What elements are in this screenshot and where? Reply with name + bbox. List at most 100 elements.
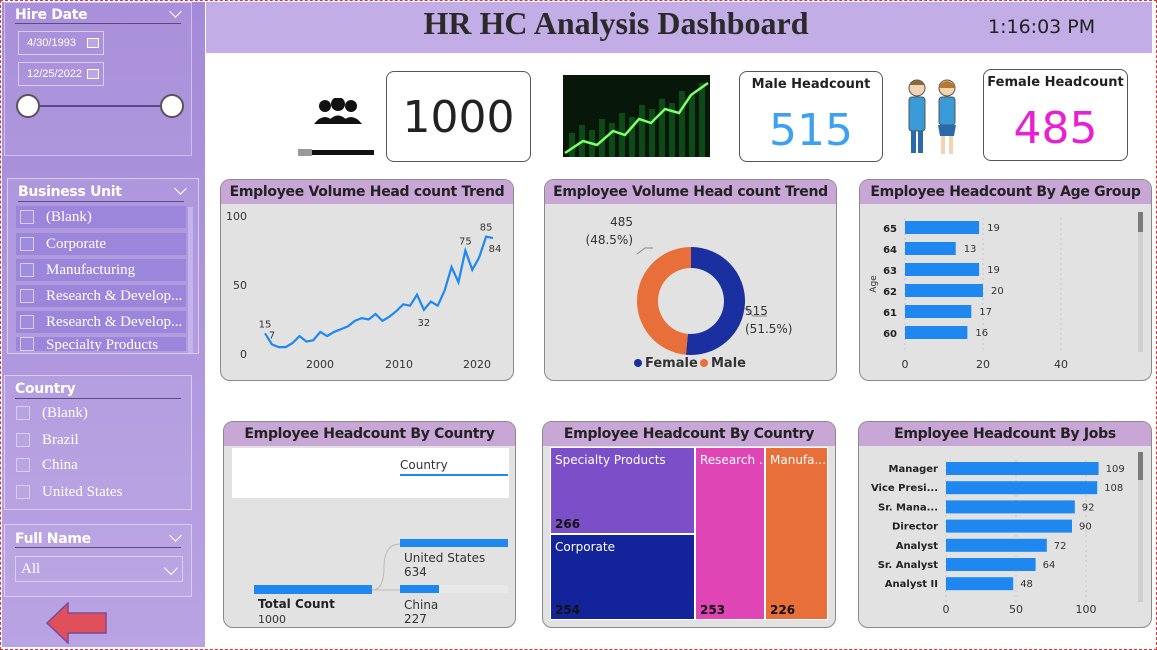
- page-title: HR HC Analysis Dashboard: [423, 5, 809, 41]
- country-treemap-panel[interactable]: Employee Headcount By Country Specialty …: [542, 421, 836, 628]
- age-group-bar-chart: 0 20 40 65 19 64 13 63 19 62 20 61 17 60 16 Age: [869, 218, 1068, 371]
- back-arrow-button[interactable]: [46, 602, 108, 644]
- bar: [946, 462, 1099, 475]
- y-tick-label: 100: [226, 210, 247, 223]
- treemap-tile[interactable]: Manufa... 226: [765, 447, 828, 620]
- y-tick-label: Manager: [889, 464, 939, 475]
- hire-date-start-input[interactable]: 4/30/1993: [18, 31, 104, 55]
- panel-title: Employee Headcount By Jobs: [859, 422, 1151, 446]
- country-option[interactable]: United States: [16, 481, 122, 503]
- checkbox[interactable]: [20, 289, 34, 303]
- total-headcount-value: 1000: [402, 92, 515, 143]
- checkbox[interactable]: [20, 237, 34, 251]
- series-line: [264, 235, 494, 349]
- tree-node-bar-china[interactable]: [400, 585, 508, 593]
- donut-slice-male: [637, 247, 691, 355]
- country-option[interactable]: (Blank): [16, 402, 88, 424]
- bar: [905, 326, 968, 339]
- data-label: 17: [979, 307, 992, 318]
- business-unit-option[interactable]: Research & Develop...: [20, 285, 182, 307]
- x-tick-label: 2010: [385, 358, 413, 371]
- y-tick-label: Vice Presi...: [871, 483, 938, 494]
- data-label: 92: [1082, 502, 1095, 513]
- chevron-down-icon[interactable]: [174, 182, 187, 195]
- checkbox[interactable]: [16, 458, 30, 472]
- checkbox[interactable]: [20, 337, 34, 351]
- people-group-icon: [298, 98, 374, 156]
- jobs-bar-chart: 0 50 100 Manager 109 Vice Presi... 108 Sr. Mana…: [871, 460, 1125, 616]
- business-unit-scrollbar[interactable]: [188, 207, 193, 353]
- business-unit-option[interactable]: Manufacturing: [20, 259, 135, 281]
- checkbox[interactable]: [20, 263, 34, 277]
- x-tick-label: 0: [943, 603, 950, 616]
- country-tree-panel[interactable]: Employee Headcount By Country Country To…: [223, 421, 516, 628]
- age-group-scrollbar[interactable]: [1138, 212, 1143, 352]
- gender-donut-chart: 515 (51.5%) 485 (48.5%) Female Male: [586, 215, 793, 371]
- tree-node-bar-united-states[interactable]: [400, 539, 508, 547]
- y-axis-title: Age: [869, 275, 879, 293]
- age-group-panel[interactable]: Employee Headcount By Age Group 0 20 40 65 1…: [859, 179, 1152, 381]
- treemap-tile[interactable]: Corporate 254: [550, 534, 695, 620]
- jobs-scroll-thumb[interactable]: [1138, 452, 1143, 480]
- y-tick-label: 61: [883, 308, 897, 319]
- data-label: 19: [987, 223, 1000, 234]
- country-title: Country: [15, 381, 76, 397]
- panel-title: Employee Volume Head count Trend: [221, 180, 513, 204]
- hire-date-start-handle[interactable]: [16, 94, 40, 118]
- female-headcount-card: Female Headcount 485: [983, 69, 1128, 161]
- age-group-scroll-thumb[interactable]: [1138, 212, 1143, 232]
- treemap-tile-value: 253: [700, 603, 726, 617]
- treemap-tile[interactable]: Specialty Products 266: [550, 447, 695, 534]
- trend-donut-panel[interactable]: Employee Volume Head count Trend 515 (51.…: [544, 179, 837, 381]
- leader-line: [636, 247, 653, 255]
- legend-swatch-female: [634, 359, 642, 367]
- checkbox[interactable]: [16, 406, 30, 420]
- tree-root-bar[interactable]: [254, 585, 372, 594]
- business-unit-title: Business Unit: [18, 184, 122, 200]
- x-tick-label: 40: [1054, 358, 1068, 371]
- hire-date-end-handle[interactable]: [160, 94, 184, 118]
- treemap-tile-label: Corporate: [555, 540, 615, 554]
- data-label: 7: [269, 330, 275, 341]
- chevron-down-icon[interactable]: [169, 529, 182, 542]
- trend-line-panel[interactable]: Employee Volume Head count Trend 100 50 0 2…: [220, 179, 514, 381]
- calendar-icon[interactable]: [87, 69, 99, 79]
- total-headcount-card: 1000: [386, 71, 531, 162]
- hire-date-end-input[interactable]: 12/25/2022: [18, 62, 104, 86]
- male-headcount-card: Male Headcount 515: [739, 71, 883, 162]
- checkbox[interactable]: [20, 210, 34, 224]
- business-unit-option[interactable]: Specialty Products: [20, 337, 158, 351]
- bar: [905, 263, 980, 276]
- checkbox[interactable]: [20, 315, 34, 329]
- calendar-icon[interactable]: [87, 38, 99, 48]
- full-name-select[interactable]: All: [15, 556, 183, 582]
- bar: [905, 284, 983, 297]
- hire-date-title: Hire Date: [15, 7, 88, 23]
- jobs-panel[interactable]: Employee Headcount By Jobs 0 50 100 Manager…: [858, 421, 1152, 628]
- data-label: 15: [259, 319, 272, 330]
- bar: [905, 221, 980, 234]
- country-option[interactable]: China: [16, 454, 78, 476]
- hire-date-slider-track[interactable]: [30, 105, 174, 107]
- business-unit-option[interactable]: Research & Develop...: [20, 311, 182, 333]
- bar: [946, 519, 1072, 533]
- chevron-down-icon[interactable]: [169, 5, 182, 18]
- slice-label-value: 485: [610, 215, 633, 229]
- tree-root-label: Total Count: [258, 597, 335, 611]
- business-unit-option[interactable]: (Blank): [20, 206, 92, 228]
- slice-label-pct: (48.5%): [586, 233, 633, 247]
- data-label: 108: [1104, 483, 1123, 494]
- bar: [946, 538, 1047, 552]
- data-label: 19: [987, 265, 1000, 276]
- country-option[interactable]: Brazil: [16, 429, 79, 451]
- panel-title: Employee Headcount By Country: [543, 422, 835, 446]
- y-tick-label: 62: [883, 287, 897, 298]
- x-tick-label: 50: [1009, 603, 1023, 616]
- business-unit-option[interactable]: Corporate: [20, 233, 106, 255]
- bar: [905, 305, 972, 318]
- checkbox[interactable]: [16, 485, 30, 499]
- checkbox[interactable]: [16, 433, 30, 447]
- treemap-tile[interactable]: Research ... 253: [695, 447, 770, 620]
- bar: [946, 558, 1036, 571]
- y-tick-label: Analyst: [896, 541, 939, 552]
